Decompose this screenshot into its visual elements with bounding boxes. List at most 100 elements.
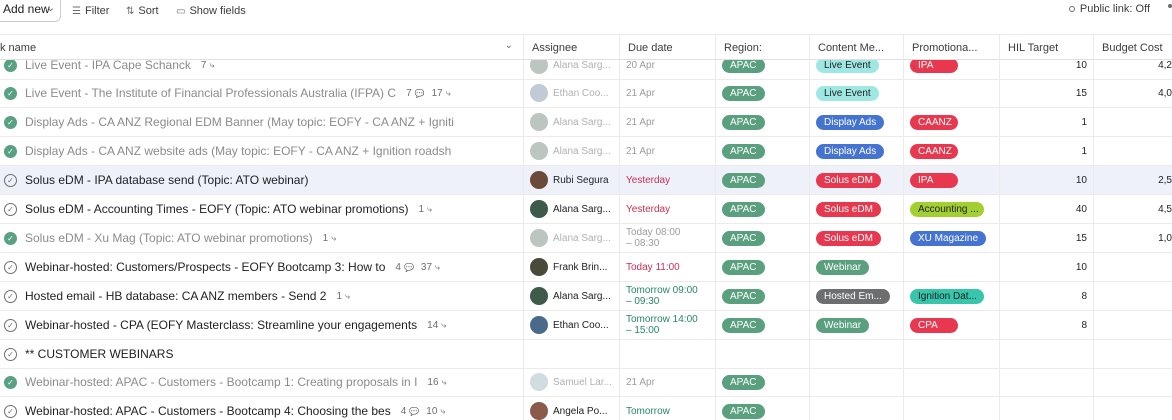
region-cell[interactable]: APAC (716, 79, 810, 107)
task-name-cell[interactable]: ✓ Display Ads - CA ANZ Regional EDM Banne… (0, 108, 524, 136)
content-medium-cell[interactable] (810, 340, 904, 368)
budget-cost-cell[interactable] (1094, 368, 1172, 396)
task-name-cell[interactable]: ✓ ** CUSTOMER WEBINARS (0, 340, 524, 368)
content-medium-cell[interactable]: Live Event (810, 79, 904, 107)
table-row[interactable]: ✓ Webinar-hosted: APAC - Customers - Boot… (0, 397, 1172, 420)
sort-button[interactable]: ⇅ Sort (126, 2, 159, 20)
budget-cost-cell[interactable] (1094, 311, 1172, 339)
region-cell[interactable]: APAC (716, 166, 810, 194)
promotional-cell[interactable]: Ignition Dat... (904, 282, 1000, 310)
more-options-icon[interactable] (1168, 4, 1172, 8)
promotional-cell[interactable] (904, 253, 1000, 281)
hil-target-cell[interactable]: 10 (1000, 60, 1094, 79)
budget-cost-cell[interactable]: 1,0 (1094, 224, 1172, 252)
assignee-cell[interactable]: Ethan Coo... (524, 79, 620, 107)
promotional-cell[interactable]: IPA (904, 60, 1000, 79)
assignee-cell[interactable]: Rubi Segura (524, 166, 620, 194)
due-date-cell[interactable] (620, 340, 716, 368)
content-medium-cell[interactable]: Webinar (810, 253, 904, 281)
table-row[interactable]: ✓ Live Event - IPA Cape Schanck 7 ⤷ Alana Sa… (0, 60, 1172, 80)
task-name-cell[interactable]: ✓ Solus eDM - IPA database send (Topic: A… (0, 166, 524, 194)
assignee-cell[interactable]: Alana Sarg... (524, 137, 620, 165)
region-cell[interactable]: APAC (716, 108, 810, 136)
assignee-cell[interactable]: Frank Brin... (524, 253, 620, 281)
region-cell[interactable]: APAC (716, 137, 810, 165)
task-name[interactable]: Display Ads - CA ANZ Regional EDM Banner… (25, 115, 454, 129)
promotional-cell[interactable]: Accounting ... (904, 195, 1000, 223)
assignee-cell[interactable] (524, 340, 620, 368)
content-medium-cell[interactable] (810, 368, 904, 396)
promotional-cell[interactable] (904, 340, 1000, 368)
region-cell[interactable]: APAC (716, 282, 810, 310)
region-cell[interactable]: APAC (716, 253, 810, 281)
assignee-cell[interactable]: Alana Sarg... (524, 224, 620, 252)
budget-cost-cell[interactable] (1094, 397, 1172, 420)
due-date-cell[interactable]: Yesterday (620, 195, 716, 223)
complete-checkbox-icon[interactable]: ✓ (4, 115, 17, 129)
content-medium-cell[interactable] (810, 397, 904, 420)
due-date-cell[interactable]: Tomorrow (620, 397, 716, 420)
complete-checkbox-icon[interactable]: ✓ (4, 202, 17, 216)
task-name[interactable]: Webinar-hosted: APAC - Customers - Bootc… (25, 404, 391, 418)
add-new-button[interactable]: Add new ⌄ (0, 0, 61, 22)
task-name-cell[interactable]: ✓ Display Ads - CA ANZ website ads (May t… (0, 137, 524, 165)
hil-target-cell[interactable]: 15 (1000, 224, 1094, 252)
filter-button[interactable]: ☰ Filter (72, 2, 109, 20)
table-row[interactable]: ✓ Display Ads - CA ANZ Regional EDM Banne… (0, 108, 1172, 137)
content-medium-cell[interactable]: Solus eDM (810, 195, 904, 223)
chevron-down-icon[interactable]: ⌄ (505, 40, 513, 51)
due-date-cell[interactable]: Tomorrow 14:00– 15:00 (620, 311, 716, 339)
task-name[interactable]: Solus eDM - Accounting Times - EOFY (Top… (25, 202, 408, 216)
hil-target-cell[interactable]: 1 (1000, 137, 1094, 165)
assignee-cell[interactable]: Samuel Lar... (524, 368, 620, 396)
budget-cost-cell[interactable]: 2,5 (1094, 166, 1172, 194)
table-row[interactable]: ✓ Webinar-hosted: APAC - Customers - Boot… (0, 368, 1172, 397)
hil-target-cell[interactable]: 15 (1000, 79, 1094, 107)
assignee-cell[interactable]: Alana Sarg... (524, 282, 620, 310)
promotional-cell[interactable]: IPA (904, 166, 1000, 194)
content-medium-cell[interactable]: Solus eDM (810, 224, 904, 252)
task-name-cell[interactable]: ✓ Webinar-hosted - CPA (EOFY Masterclass:… (0, 311, 524, 339)
task-name[interactable]: Live Event - IPA Cape Schanck (25, 60, 191, 72)
region-cell[interactable] (716, 340, 810, 368)
budget-cost-cell[interactable] (1094, 137, 1172, 165)
due-date-cell[interactable]: 21 Apr (620, 108, 716, 136)
task-name-cell[interactable]: ✓ Solus eDM - Accounting Times - EOFY (To… (0, 195, 524, 223)
region-cell[interactable]: APAC (716, 60, 810, 79)
complete-checkbox-icon[interactable]: ✓ (4, 231, 17, 245)
hil-target-cell[interactable] (1000, 397, 1094, 420)
column-header-hil-target[interactable]: HIL Target (1000, 35, 1094, 60)
task-name-cell[interactable]: ✓ Live Event - IPA Cape Schanck 7 ⤷ (0, 60, 524, 79)
task-name[interactable]: Solus eDM - Xu Mag (Topic: ATO webinar p… (25, 231, 313, 245)
table-row[interactable]: ✓ Live Event - The Institute of Financial… (0, 79, 1172, 108)
budget-cost-cell[interactable] (1094, 340, 1172, 368)
task-name[interactable]: Webinar-hosted: APAC - Customers - Bootc… (25, 375, 417, 389)
promotional-cell[interactable]: CAANZ (904, 108, 1000, 136)
content-medium-cell[interactable]: Display Ads (810, 137, 904, 165)
budget-cost-cell[interactable]: 4,5 (1094, 195, 1172, 223)
complete-checkbox-icon[interactable]: ✓ (4, 318, 17, 332)
complete-checkbox-icon[interactable]: ✓ (4, 173, 17, 187)
due-date-cell[interactable]: Yesterday (620, 166, 716, 194)
budget-cost-cell[interactable]: 4,0 (1094, 79, 1172, 107)
complete-checkbox-icon[interactable]: ✓ (4, 144, 17, 158)
table-row[interactable]: ✓ Hosted email - HB database: CA ANZ memb… (0, 282, 1172, 311)
column-header-content[interactable]: Content Me... (810, 35, 904, 60)
budget-cost-cell[interactable]: 4,2 (1094, 60, 1172, 79)
column-header-region[interactable]: Region: (716, 35, 810, 60)
hil-target-cell[interactable]: 10 (1000, 253, 1094, 281)
table-row[interactable]: ✓ Webinar-hosted - CPA (EOFY Masterclass:… (0, 311, 1172, 340)
complete-checkbox-icon[interactable]: ✓ (4, 347, 17, 361)
promotional-cell[interactable] (904, 368, 1000, 396)
task-name-cell[interactable]: ✓ Hosted email - HB database: CA ANZ memb… (0, 282, 524, 310)
content-medium-cell[interactable]: Solus eDM (810, 166, 904, 194)
complete-checkbox-icon[interactable]: ✓ (4, 289, 17, 303)
assignee-cell[interactable]: Alana Sarg... (524, 195, 620, 223)
show-fields-button[interactable]: ▭ Show fields (176, 2, 246, 20)
task-name[interactable]: ** CUSTOMER WEBINARS (25, 347, 173, 361)
promotional-cell[interactable]: XU Magazine (904, 224, 1000, 252)
task-name[interactable]: Live Event - The Institute of Financial … (25, 86, 396, 100)
content-medium-cell[interactable]: Webinar (810, 311, 904, 339)
promotional-cell[interactable] (904, 397, 1000, 420)
region-cell[interactable]: APAC (716, 224, 810, 252)
